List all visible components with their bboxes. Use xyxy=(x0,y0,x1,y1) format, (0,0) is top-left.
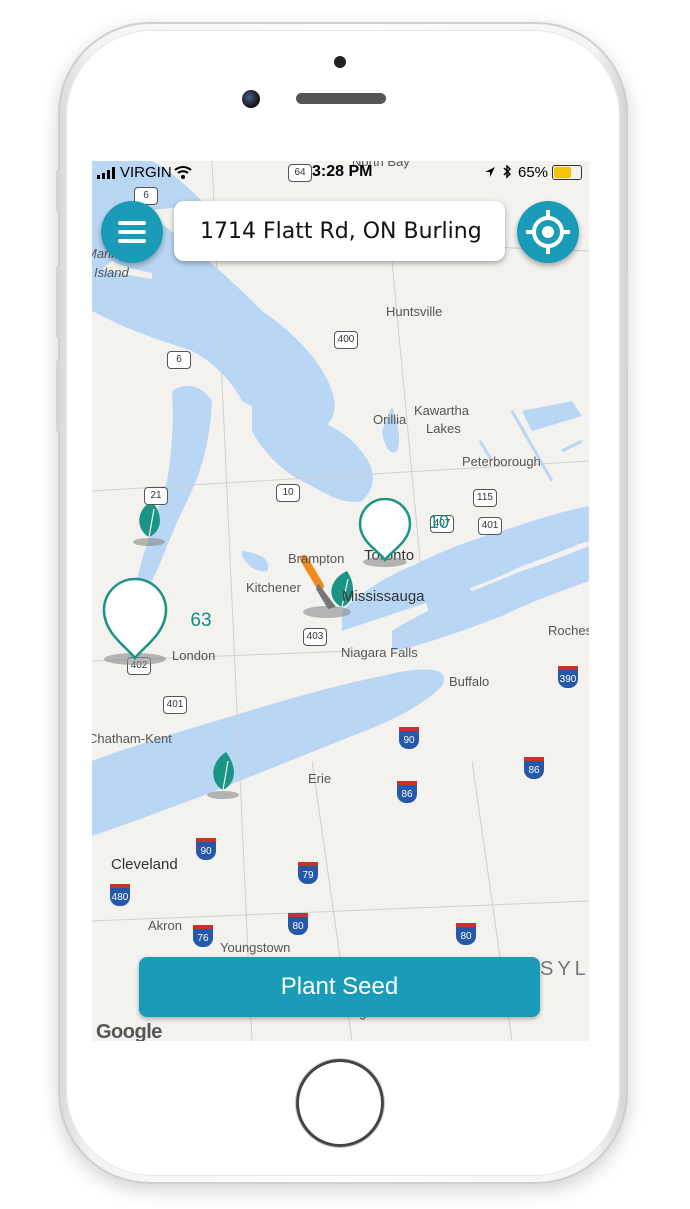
map-label-niagara-falls: Niagara Falls xyxy=(341,645,418,660)
map-label-mississauga: Mississauga xyxy=(342,588,425,605)
cluster-count: 10 xyxy=(428,512,450,532)
hamburger-icon xyxy=(118,221,146,243)
cluster-pin-icon xyxy=(358,497,412,567)
app-screen: North Bay Manitoulin Island Huntsville O… xyxy=(92,161,589,1041)
highway-shield: 400 xyxy=(334,331,358,349)
map-label-orillia: Orillia xyxy=(373,412,407,427)
carrier-name: VIRGIN xyxy=(120,164,172,181)
highway-shield: 21 xyxy=(144,487,168,505)
map-label-brampton: Brampton xyxy=(288,551,345,566)
interstate-shield: 86 xyxy=(397,781,417,803)
location-arrow-icon xyxy=(485,167,495,177)
map-label-lakes: Lakes xyxy=(426,421,461,436)
highway-shield: 10 xyxy=(276,484,300,502)
map-label-buffalo: Buffalo xyxy=(449,674,490,689)
battery-percentage: 65% xyxy=(518,164,549,181)
highway-shield: 115 xyxy=(473,489,497,507)
interstate-shield: 480 xyxy=(110,884,130,906)
plant-seed-button[interactable]: Plant Seed xyxy=(139,957,540,1017)
battery-icon xyxy=(552,165,582,180)
power-button xyxy=(624,270,628,370)
map-label-cleveland: Cleveland xyxy=(111,856,178,873)
highway-shield: 401 xyxy=(478,517,502,535)
interstate-shield: 90 xyxy=(196,838,216,860)
interstate-shield: 390 xyxy=(558,666,578,688)
status-bar: VIRGIN 64 3:28 PM 65% xyxy=(92,161,589,183)
map-label-peterborough: Peterborough xyxy=(462,454,541,469)
map-label-pennsylvania: SYL xyxy=(540,958,589,980)
menu-button[interactable] xyxy=(101,201,163,263)
road-shield: 64 xyxy=(288,164,312,182)
earpiece-speaker xyxy=(296,93,386,104)
volume-down-button xyxy=(56,360,60,432)
volume-up-button xyxy=(56,266,60,338)
highway-shield: 403 xyxy=(303,628,327,646)
map-label-kitchener: Kitchener xyxy=(246,580,301,595)
address-search-box[interactable] xyxy=(174,201,505,261)
wifi-icon xyxy=(174,166,192,179)
map-label-london: London xyxy=(172,648,216,663)
map-label-youngstown: Youngstown xyxy=(220,940,291,955)
proximity-sensor xyxy=(334,56,346,68)
clock: 3:28 PM xyxy=(312,163,373,180)
map-label-rochester: Roches xyxy=(548,623,589,638)
signal-strength-icon xyxy=(97,167,115,179)
interstate-shield: 76 xyxy=(193,925,213,947)
interstate-shield: 79 xyxy=(298,862,318,884)
interstate-shield: 80 xyxy=(288,913,308,935)
cluster-pin-icon xyxy=(102,577,168,665)
bluetooth-icon xyxy=(503,165,512,179)
map-label-island: Island xyxy=(94,265,129,280)
map-label-chatham-kent: Chatham-Kent xyxy=(92,731,172,746)
cluster-marker-63[interactable]: 63 xyxy=(102,576,212,666)
interstate-shield: 80 xyxy=(456,923,476,945)
map-label-akron: Akron xyxy=(148,918,182,933)
front-camera xyxy=(242,90,260,108)
address-search-input[interactable] xyxy=(200,213,500,249)
map-label-erie: Erie xyxy=(308,771,332,786)
mute-switch xyxy=(56,170,60,212)
crosshair-icon xyxy=(526,210,570,254)
map-label-huntsville: Huntsville xyxy=(386,304,443,319)
google-attribution: Google xyxy=(96,1021,162,1041)
interstate-shield: 90 xyxy=(399,727,419,749)
locate-me-button[interactable] xyxy=(517,201,579,263)
home-button[interactable] xyxy=(296,1059,384,1147)
interstate-shield: 86 xyxy=(524,757,544,779)
cluster-marker-10[interactable]: 10 xyxy=(358,497,449,568)
map-label-kawartha: Kawartha xyxy=(414,403,469,418)
highway-shield: 6 xyxy=(167,351,191,369)
highway-shield: 401 xyxy=(163,696,187,714)
cluster-count: 63 xyxy=(190,610,212,631)
